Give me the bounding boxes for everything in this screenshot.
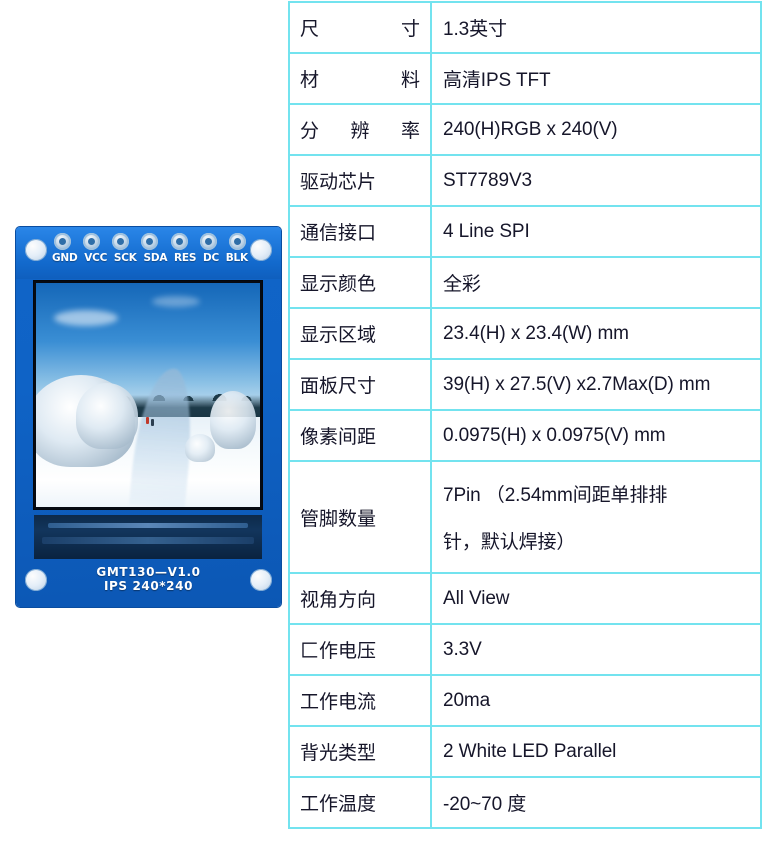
table-row: 材料 高清IPS TFT [288, 52, 762, 105]
pin-pad-sda [141, 233, 159, 250]
pin-label-dc: DC [202, 252, 219, 264]
pin-label-res: RES [173, 252, 197, 264]
specification-table: 尺寸 1.3英寸 材料 高清IPS TFT 分辨率 240(H)RGB x 24… [288, 1, 762, 829]
table-row: 管脚数量 7Pin （2.54mm间距单排排 针，默认焊接） [288, 460, 762, 574]
table-row: 视角方向 All View [288, 572, 762, 625]
spec-value-driver-ic: ST7789V3 [430, 154, 762, 207]
snowy-bush [209, 390, 256, 449]
spec-table-body: 尺寸 1.3英寸 材料 高清IPS TFT 分辨率 240(H)RGB x 24… [288, 1, 762, 829]
spec-key-panel-size: 面板尺寸 [288, 358, 432, 411]
spec-value-voltage: 3.3V [430, 623, 762, 676]
lcd-screen-image [36, 283, 260, 507]
pin-pad-res [170, 233, 188, 250]
table-row: 面板尺寸 39(H) x 27.5(V) x2.7Max(D) mm [288, 358, 762, 411]
spec-key-backlight: 背光类型 [288, 725, 432, 778]
spec-value-pixel-pitch: 0.0975(H) x 0.0975(V) mm [430, 409, 762, 462]
spec-key-voltage: 匚作电压 [288, 623, 432, 676]
table-row: 显示区域 23.4(H) x 23.4(W) mm [288, 307, 762, 360]
product-detail-page: GND VCC SCK SDA RES DC BLK GMT130—V1.0 I… [0, 0, 774, 857]
silkscreen-model: GMT130—V1.0 [96, 565, 201, 579]
pin-pad-sck [112, 233, 130, 250]
pin-label-gnd: GND [52, 252, 78, 264]
product-photo-pane: GND VCC SCK SDA RES DC BLK GMT130—V1.0 I… [0, 0, 288, 857]
lcd-screen-bezel [34, 281, 262, 509]
spec-value-pin-count: 7Pin （2.54mm间距单排排 针，默认焊接） [430, 460, 762, 574]
pin-pad-blk [228, 233, 246, 250]
lcd-module-photo[interactable]: GND VCC SCK SDA RES DC BLK GMT130—V1.0 I… [16, 227, 281, 607]
hiker-figure [151, 418, 155, 426]
mount-hole-top-left [25, 239, 47, 261]
spec-value-pin-count-line1: 7Pin （2.54mm间距单排排 [443, 485, 668, 506]
spec-key-current: 工作电流 [288, 674, 432, 727]
spec-value-material: 高清IPS TFT [430, 52, 762, 105]
spec-key-resolution: 分辨率 [288, 103, 432, 156]
spec-key-temperature: 工作温度 [288, 776, 432, 829]
pin-label-vcc: VCC [84, 252, 108, 264]
table-row: 工作电流 20ma [288, 674, 762, 727]
snowy-bush [76, 382, 139, 449]
spec-value-interface: 4 Line SPI [430, 205, 762, 258]
spec-key-size: 尺寸 [288, 1, 432, 54]
spec-value-pin-count-line2: 针，默认焊接） [443, 532, 576, 553]
pin-pad-gnd [54, 233, 71, 250]
snowy-bush [185, 434, 216, 463]
silkscreen-resolution: IPS 240*240 [103, 579, 194, 593]
spec-table-pane: 尺寸 1.3英寸 材料 高清IPS TFT 分辨率 240(H)RGB x 24… [288, 0, 774, 857]
table-row: 通信接口 4 Line SPI [288, 205, 762, 258]
spec-key-display-color: 显示颜色 [288, 256, 432, 309]
table-row: 显示颜色 全彩 [288, 256, 762, 309]
pin-label-blk: BLK [225, 252, 248, 264]
table-row: 驱动芯片 ST7789V3 [288, 154, 762, 207]
table-row: 工作温度 -20~70 度 [288, 776, 762, 829]
spec-value-panel-size: 39(H) x 27.5(V) x2.7Max(D) mm [430, 358, 762, 411]
table-row: 像素间距 0.0975(H) x 0.0975(V) mm [288, 409, 762, 462]
pin-label-sda: SDA [143, 252, 168, 264]
pin-pad-vcc [83, 233, 101, 250]
flex-connector [34, 515, 262, 559]
hiker-figure [145, 417, 149, 425]
spec-key-pixel-pitch: 像素间距 [288, 409, 432, 462]
spec-key-pin-count: 管脚数量 [288, 460, 432, 574]
pin-pad-dc [199, 233, 217, 250]
spec-value-current: 20ma [430, 674, 762, 727]
spec-key-driver-ic: 驱动芯片 [288, 154, 432, 207]
spec-key-viewing-angle: 视角方向 [288, 572, 432, 625]
board-silkscreen: GMT130—V1.0 IPS 240*240 [16, 565, 281, 593]
spec-value-backlight: 2 White LED Parallel [430, 725, 762, 778]
table-row: 分辨率 240(H)RGB x 240(V) [288, 103, 762, 156]
spec-value-temperature: -20~70 度 [430, 776, 762, 829]
spec-key-interface: 通信接口 [288, 205, 432, 258]
spec-key-active-area: 显示区域 [288, 307, 432, 360]
spec-value-size: 1.3英寸 [430, 1, 762, 54]
mount-hole-top-right [250, 239, 272, 261]
table-row: 匚作电压 3.3V [288, 623, 762, 676]
table-row: 背光类型 2 White LED Parallel [288, 725, 762, 778]
spec-value-viewing-angle: All View [430, 572, 762, 625]
pin-label-row: GND VCC SCK SDA RES DC BLK [52, 252, 248, 264]
spec-value-resolution: 240(H)RGB x 240(V) [430, 103, 762, 156]
spec-value-display-color: 全彩 [430, 256, 762, 309]
spec-key-material: 材料 [288, 52, 432, 105]
pin-label-sck: SCK [113, 252, 137, 264]
table-row: 尺寸 1.3英寸 [288, 1, 762, 54]
spec-value-active-area: 23.4(H) x 23.4(W) mm [430, 307, 762, 360]
cloud-icon [53, 309, 118, 326]
